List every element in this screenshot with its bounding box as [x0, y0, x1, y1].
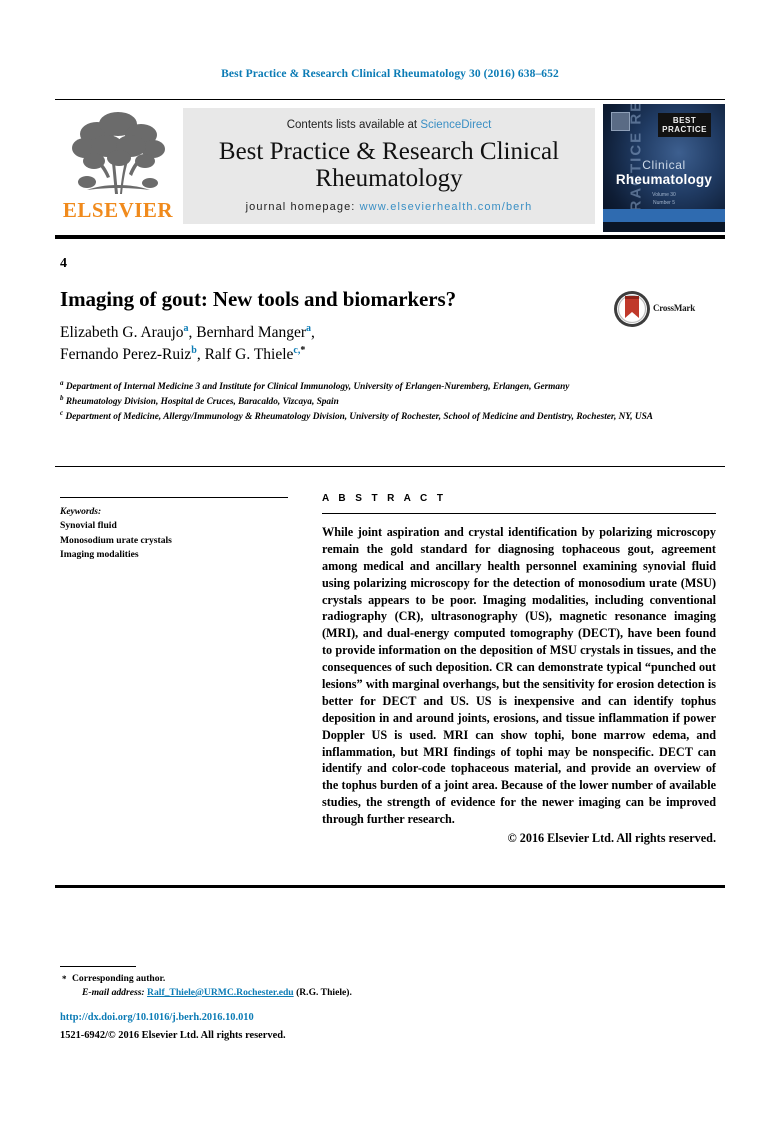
email-owner: (R.G. Thiele).	[296, 987, 352, 998]
best-practice-badge: BEST PRACTICE	[658, 113, 711, 138]
keywords-block: Keywords: Synovial fluid Monosodium urat…	[60, 497, 295, 563]
email-label: E-mail address:	[82, 987, 145, 998]
cover-subtitle: Volume 30 Number 5	[603, 192, 725, 207]
affiliation-marker: c	[60, 409, 64, 417]
elsevier-logo: ELSEVIER	[57, 108, 179, 226]
email-link[interactable]: Ralf_Thiele@URMC.Rochester.edu	[147, 987, 294, 998]
abstract-bottom-rule	[55, 885, 725, 888]
corresponding-author-text: Corresponding author.	[72, 973, 166, 984]
email-note: E-mail address: Ralf_Thiele@URMC.Rochest…	[82, 987, 352, 998]
journal-homepage-line: journal homepage: www.elsevierhealth.com…	[183, 201, 595, 213]
author-separator: ,	[196, 346, 205, 363]
affiliation-marker: b	[60, 393, 64, 402]
affiliation-item: c Department of Medicine, Allergy/Immuno…	[60, 410, 660, 425]
affiliation-item: a Department of Internal Medicine 3 and …	[60, 378, 660, 395]
abstract-heading: A B S T R A C T	[322, 493, 447, 504]
corresponding-author-note: * Corresponding author.	[62, 973, 166, 984]
affiliation-text: Department of Medicine, Allergy/Immunolo…	[65, 412, 653, 423]
best-badge-line1: BEST	[672, 116, 697, 125]
sciencedirect-link[interactable]: ScienceDirect	[420, 119, 491, 131]
affiliation-item: b Rheumatology Division, Hospital de Cru…	[60, 393, 660, 410]
author-list: Elizabeth G. Araujoa, Bernhard Mangera, …	[60, 322, 600, 366]
author-name: Ralf G. Thiele	[204, 346, 294, 363]
journal-cover-thumbnail: BEST PRACTICE PRACTICE RESEARCH Clinical…	[603, 104, 725, 232]
crossmark-badge[interactable]: CrossMark	[613, 290, 713, 330]
affiliation-marker: a	[60, 378, 64, 387]
doi-link[interactable]: http://dx.doi.org/10.1016/j.berh.2016.10…	[60, 1012, 254, 1023]
contents-prefix: Contents lists available at	[286, 119, 418, 131]
article-title: Imaging of gout: New tools and biomarker…	[60, 287, 456, 311]
homepage-label: journal homepage:	[245, 201, 356, 213]
corresponding-author-marker: *	[300, 344, 306, 356]
footnote-asterisk: *	[62, 974, 67, 984]
masthead-center-panel: Contents lists available at ScienceDirec…	[183, 108, 595, 224]
keyword-item: Imaging modalities	[60, 549, 139, 561]
affiliation-text: Rheumatology Division, Hospital de Cruce…	[65, 397, 339, 408]
journal-masthead: ELSEVIER Contents lists available at Sci…	[55, 104, 725, 232]
cover-accent-band	[603, 209, 725, 222]
author-name: Bernhard Manger	[196, 324, 307, 341]
abstract-body: While joint aspiration and crystal ident…	[322, 525, 716, 827]
author-name: Elizabeth G. Araujo	[60, 324, 184, 341]
affiliation-list: a Department of Internal Medicine 3 and …	[60, 378, 660, 425]
abstract-block: A B S T R A C T While joint aspiration a…	[322, 493, 716, 846]
section-number: 4	[60, 256, 67, 271]
keyword-item: Monosodium urate crystals	[60, 534, 172, 546]
best-badge-line2: PRACTICE	[662, 125, 707, 135]
cover-sub-line1: Volume 30	[652, 192, 676, 198]
contents-available-line: Contents lists available at ScienceDirec…	[183, 119, 595, 131]
abstract-section-top-rule	[55, 466, 725, 467]
cover-clinical-text: Clinical	[642, 158, 686, 172]
keywords-rule	[60, 497, 288, 498]
keyword-item: Synovial fluid	[60, 520, 117, 531]
crossmark-label: CrossMark	[653, 303, 696, 313]
footnote-rule	[60, 966, 136, 967]
affiliation-text: Department of Internal Medicine 3 and In…	[65, 382, 570, 392]
homepage-url-link[interactable]: www.elsevierhealth.com/berh	[360, 201, 533, 213]
abstract-rule	[322, 513, 716, 514]
header-rule	[55, 99, 725, 100]
cover-rheumatology-text: Rheumatology	[615, 172, 713, 187]
cover-footer-band	[603, 222, 725, 232]
author-name: Fernando Perez-Ruiz	[60, 346, 192, 363]
article-first-page: Best Practice & Research Clinical Rheuma…	[0, 0, 780, 1134]
issn-copyright-line: 1521-6942/© 2016 Elsevier Ltd. All right…	[60, 1030, 286, 1041]
journal-title: Best Practice & Research Clinical Rheuma…	[218, 138, 560, 192]
author-separator: ,	[311, 324, 315, 341]
cover-sub-line2: Number 5	[653, 199, 675, 206]
keywords-heading: Keywords:	[60, 507, 102, 517]
masthead-bottom-rule	[55, 235, 725, 239]
running-head: Best Practice & Research Clinical Rheuma…	[221, 68, 559, 80]
abstract-copyright: © 2016 Elsevier Ltd. All rights reserved…	[507, 831, 716, 846]
elsevier-wordmark: ELSEVIER	[62, 198, 174, 222]
